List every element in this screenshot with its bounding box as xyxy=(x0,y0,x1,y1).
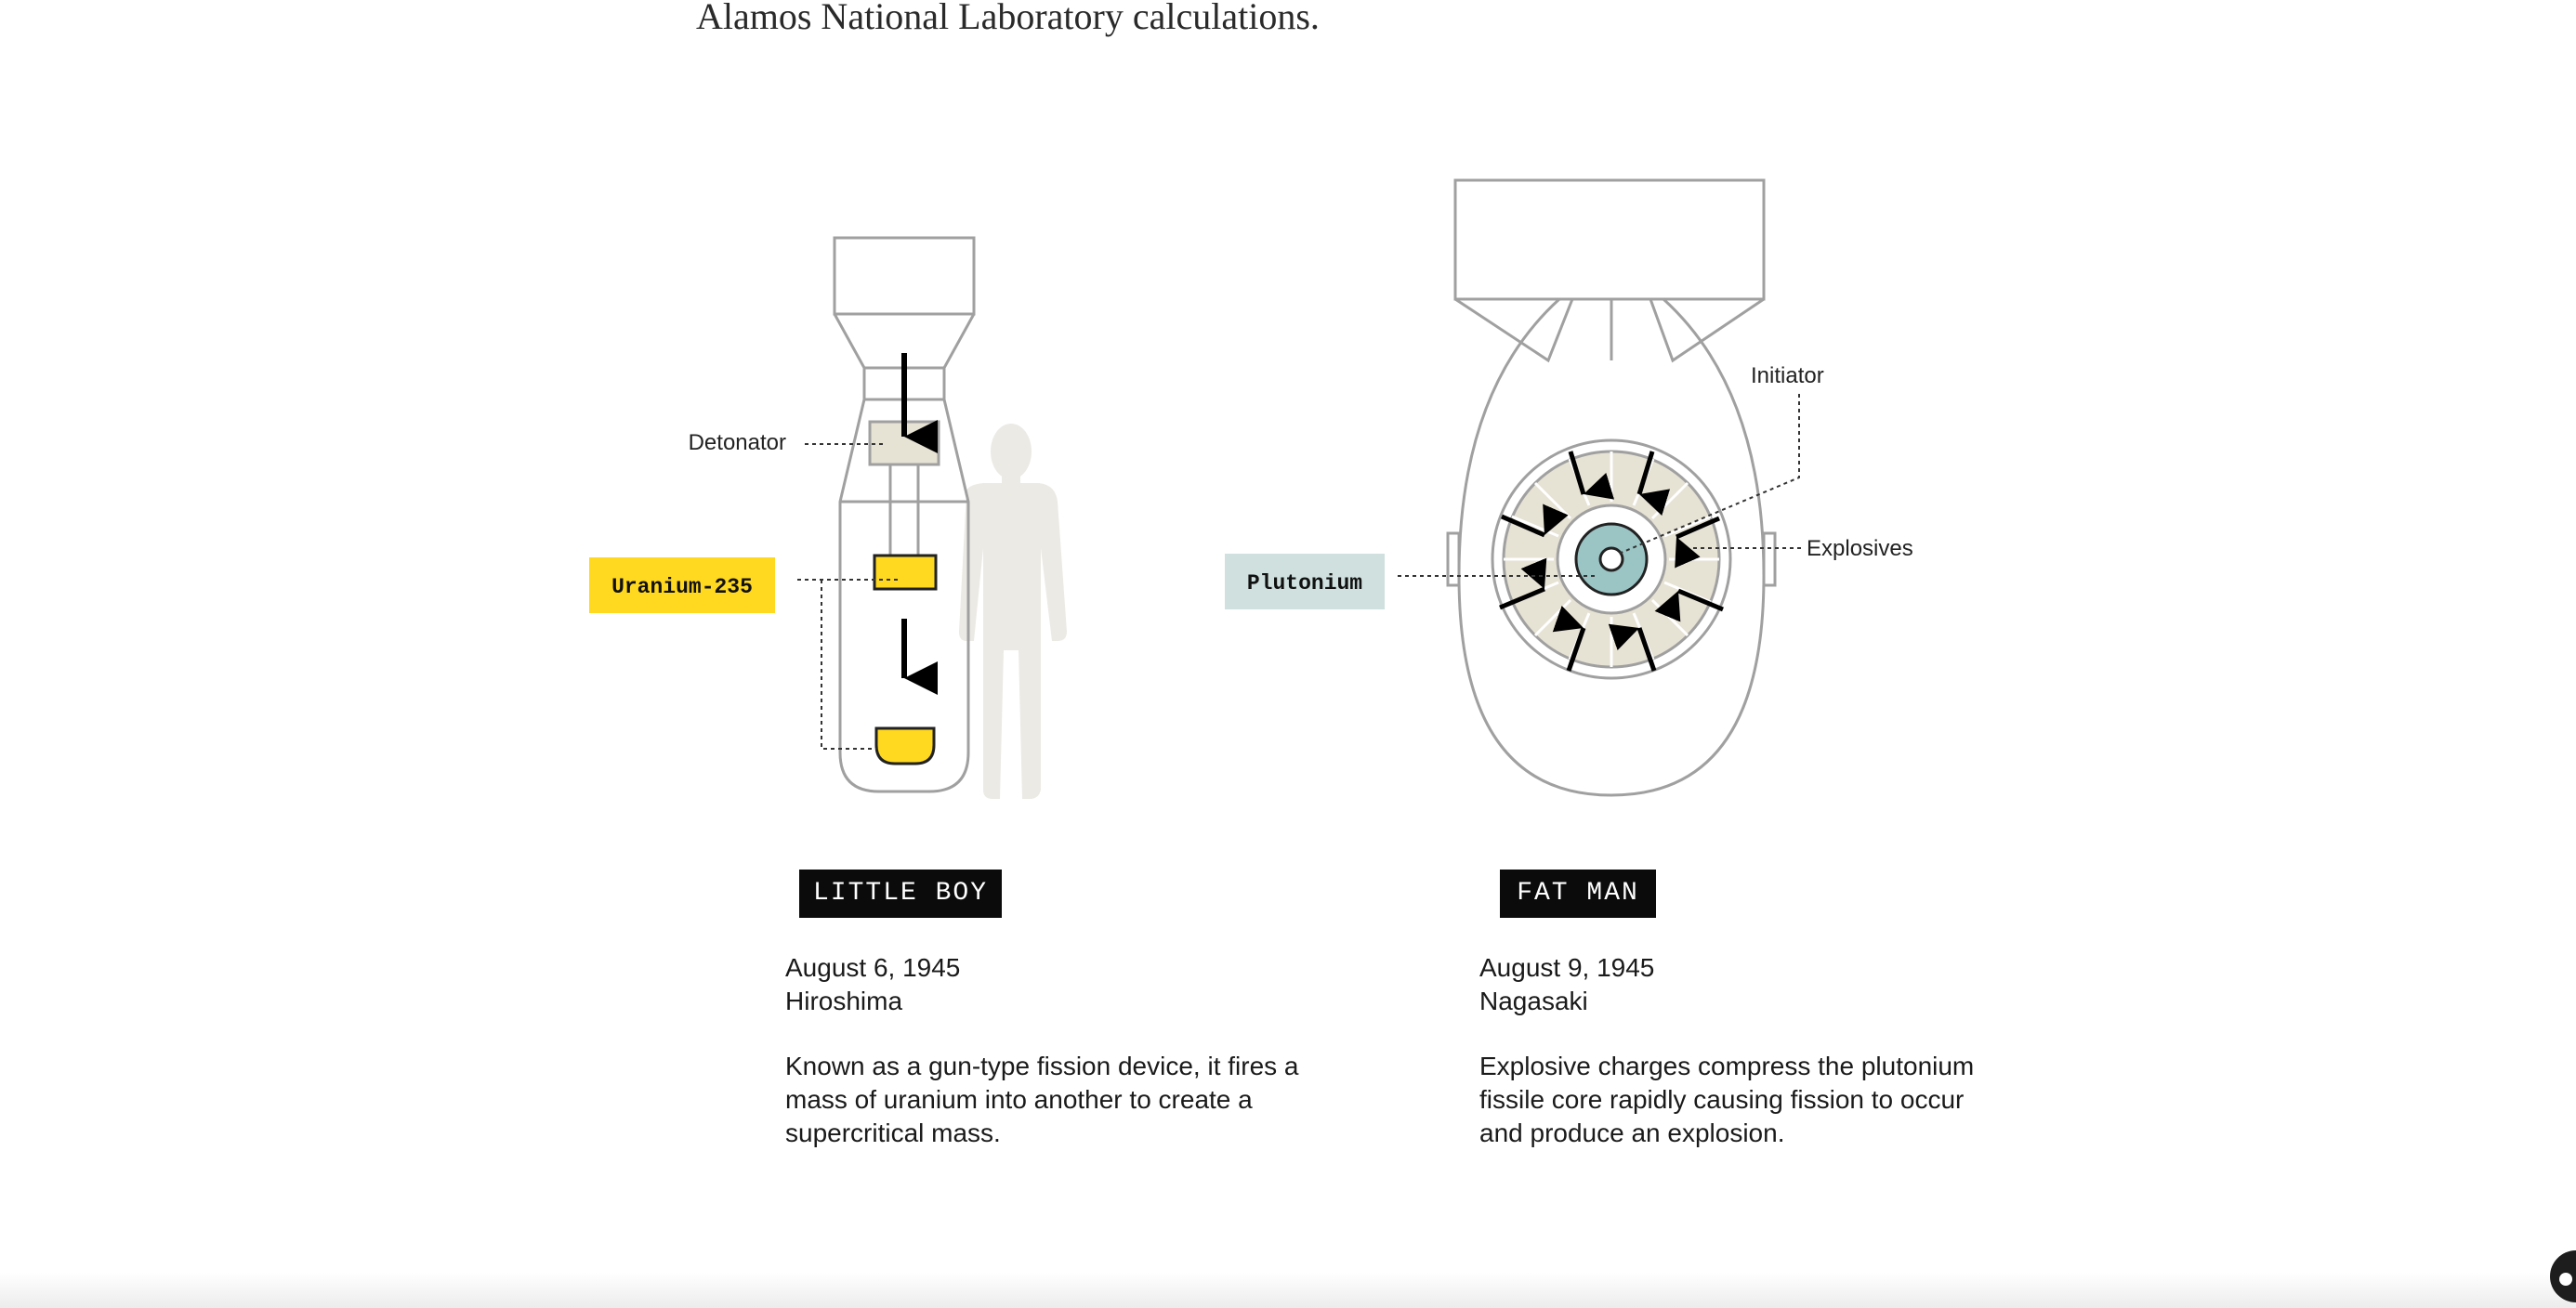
little-boy-description: Known as a gun-type fission device, it f… xyxy=(785,1052,1299,1147)
uranium-projectile xyxy=(873,554,938,591)
initiator-sphere xyxy=(1598,546,1624,572)
detonator-block xyxy=(868,420,940,556)
little-boy-date: August 6, 1945 xyxy=(785,953,961,982)
fat-man-info: August 9, 1945 Nagasaki Explosive charge… xyxy=(1479,951,2000,1150)
uranium-target xyxy=(874,726,936,765)
fat-man-name-badge: FAT MAN xyxy=(1500,870,1656,918)
human-silhouette xyxy=(959,424,1067,799)
little-boy-leader-lines xyxy=(797,443,900,750)
fat-man-city: Nagasaki xyxy=(1479,987,1588,1015)
little-boy-name-badge: LITTLE BOY xyxy=(799,870,1002,918)
fat-man-date: August 9, 1945 xyxy=(1479,953,1655,982)
little-boy-casing xyxy=(833,236,976,793)
plutonium-tag: Plutonium xyxy=(1225,554,1385,609)
little-boy-illustration: Detonator Uranium-235 xyxy=(589,236,1067,799)
detonator-label: Detonator xyxy=(689,430,786,455)
plutonium-core xyxy=(1574,522,1649,596)
explosives-label: Explosives xyxy=(1807,536,1913,561)
fat-man-description: Explosive charges compress the plutonium… xyxy=(1479,1052,1975,1147)
plutonium-tag-label: Plutonium xyxy=(1247,571,1362,595)
bottom-fade xyxy=(0,1273,2576,1308)
initiator-label: Initiator xyxy=(1751,363,1824,388)
uranium-tag: Uranium-235 xyxy=(589,557,775,613)
little-boy-city: Hiroshima xyxy=(785,987,903,1015)
little-boy-info: August 6, 1945 Hiroshima Known as a gun-… xyxy=(785,951,1306,1150)
uranium-tag-label: Uranium-235 xyxy=(611,575,753,599)
fat-man-illustration: Initiator Explosives Plutonium xyxy=(1225,178,1913,797)
